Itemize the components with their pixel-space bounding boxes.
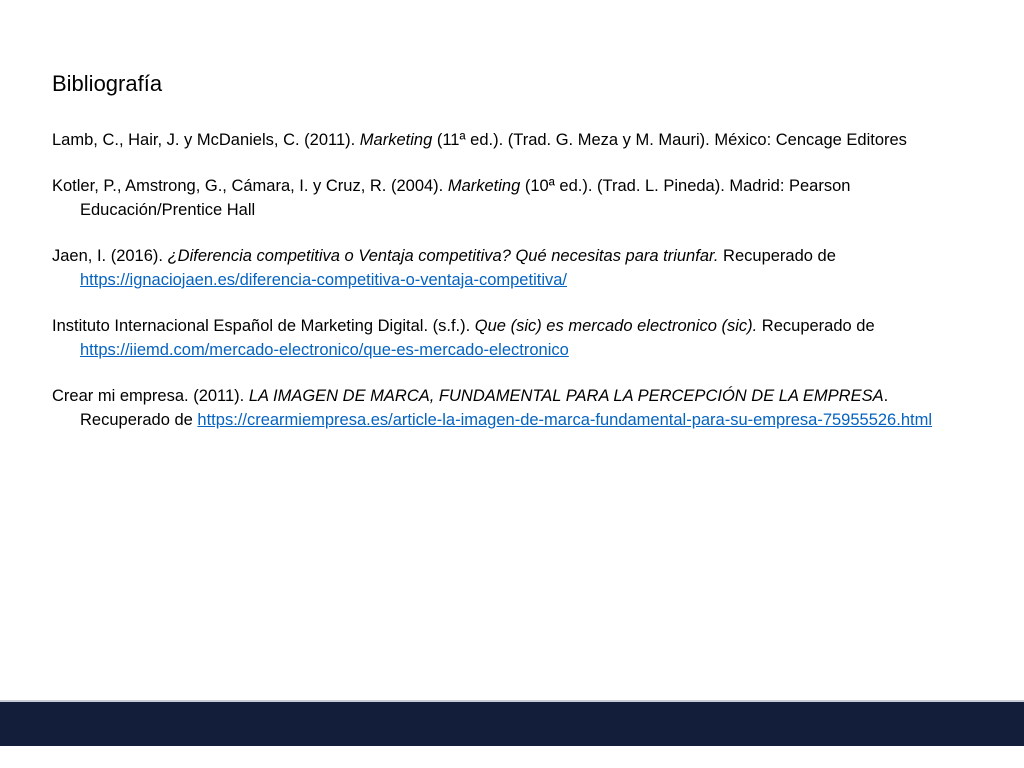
reference-item: Kotler, P., Amstrong, G., Cámara, I. y C… [52,174,932,222]
reference-link[interactable]: https://crearmiempresa.es/article-la-ima… [197,411,932,429]
reference-item: Instituto Internacional Español de Marke… [52,314,932,362]
slide: Bibliografía Lamb, C., Hair, J. y McDani… [0,0,1024,768]
reference-authors: Jaen, I. (2016). [52,247,168,265]
reference-work-title: ¿Diferencia competitiva o Ventaja compet… [167,247,719,265]
bibliography-list: Lamb, C., Hair, J. y McDaniels, C. (2011… [52,128,932,454]
reference-item: Lamb, C., Hair, J. y McDaniels, C. (2011… [52,128,932,152]
reference-authors: Instituto Internacional Español de Marke… [52,317,475,335]
reference-work-title: LA IMAGEN DE MARCA, FUNDAMENTAL PARA LA … [248,387,884,405]
page-title: Bibliografía [52,71,163,96]
reference-authors: Kotler, P., Amstrong, G., Cámara, I. y C… [52,177,448,195]
reference-work-title: Que (sic) es mercado electronico (sic). [474,317,758,335]
reference-details: Recuperado de [757,317,875,335]
reference-link[interactable]: https://ignaciojaen.es/diferencia-compet… [80,271,567,289]
reference-item: Jaen, I. (2016). ¿Diferencia competitiva… [52,244,932,292]
footer-bar [0,700,1024,746]
reference-link[interactable]: https://iiemd.com/mercado-electronico/qu… [80,341,569,359]
reference-work-title: Marketing [447,177,521,195]
reference-authors: Lamb, C., Hair, J. y McDaniels, C. (2011… [52,131,360,149]
reference-item: Crear mi empresa. (2011). LA IMAGEN DE M… [52,384,932,432]
reference-details: Recuperado de [718,247,836,265]
reference-details: (11ª ed.). (Trad. G. Meza y M. Mauri). M… [432,131,907,149]
reference-authors: Crear mi empresa. (2011). [52,387,249,405]
reference-work-title: Marketing [359,131,433,149]
